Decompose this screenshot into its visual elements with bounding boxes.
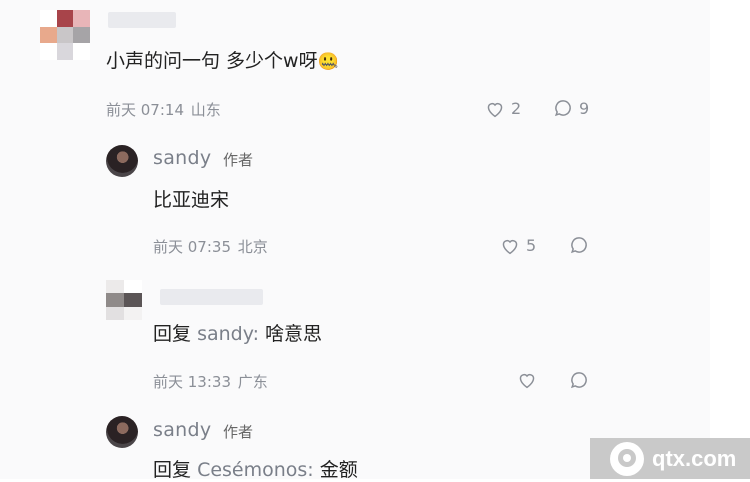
username-blurred[interactable] [160,289,263,305]
like-button[interactable]: 2 [485,99,521,118]
comment-meta: 前天 07:35 北京 [153,236,268,257]
reply-button[interactable] [569,370,589,390]
watermark: qtx.com [590,438,750,479]
like-count: 2 [511,99,522,118]
like-button[interactable]: 5 [500,236,536,255]
like-button[interactable] [517,371,537,389]
reply-target-name[interactable]: Cesémonos: [197,459,314,481]
watermark-text: qtx.com [652,445,737,471]
comment-text: 小声的问一句 多少个w呀🤐 [106,50,339,72]
username-blurred[interactable] [108,12,176,28]
avatar-sandy[interactable] [106,145,138,177]
author-tag: 作者 [223,423,254,441]
comment-meta: 前天 13:33 广东 [153,371,268,392]
reply-button[interactable] [569,235,589,255]
avatar-sandy[interactable] [106,416,138,448]
reply-count: 9 [579,98,590,118]
timestamp: 前天 07:14 [106,101,184,119]
heart-icon [502,239,518,254]
watermark-logo-icon [610,441,644,476]
comment-icon [570,372,587,389]
reply-prefix: 回复 [153,459,192,481]
avatar-blurred[interactable] [106,280,142,320]
username[interactable]: sandy [153,147,211,169]
comment-text: 回复 sandy: 啥意思 [153,323,323,345]
comment-meta: 前天 07:14 山东 [106,99,221,120]
comment-icon [570,237,587,254]
location: 广东 [237,373,268,391]
reply-target-name[interactable]: sandy: [197,323,259,345]
username[interactable]: sandy [153,419,211,441]
comment-thread: 小声的问一句 多少个w呀🤐 前天 07:14 山东 2 9 sandy 作者 比… [0,0,710,481]
timestamp: 前天 13:33 [153,373,231,391]
reply-button[interactable]: 9 [553,98,589,118]
location: 山东 [190,101,221,119]
comment-text: 比亚迪宋 [153,189,230,211]
page-edge [710,0,750,479]
like-count: 5 [526,236,537,255]
heart-icon [519,373,535,389]
comment-text: 回复 Cesémonos: 金额 [153,459,358,481]
avatar-blurred[interactable] [40,10,90,60]
location: 北京 [237,238,268,256]
emoji: 🤐 [317,52,339,72]
comment-icon [554,100,571,117]
reply-prefix: 回复 [153,323,192,345]
author-tag: 作者 [223,151,254,169]
heart-icon [487,102,503,117]
timestamp: 前天 07:35 [153,238,231,256]
